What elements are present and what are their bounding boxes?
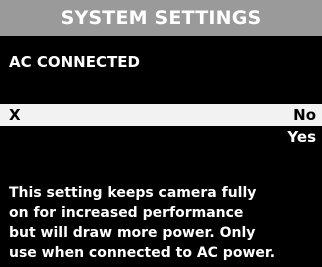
page-title: SYSTEM SETTINGS [60,7,262,29]
option-label-no: No [293,106,316,124]
settings-title-bar: SYSTEM SETTINGS [0,0,322,36]
description-line: on for increased performance [9,205,244,221]
option-yes[interactable]: Yes [0,126,322,148]
selected-marker: X [9,106,21,124]
option-label-yes: Yes [287,128,316,146]
description-line: use when connected to AC power. [9,245,276,261]
setting-name: AC CONNECTED [9,53,140,71]
setting-description: This setting keeps camera fully on for i… [9,183,317,263]
description-line: This setting keeps camera fully [9,185,257,201]
description-line: but will draw more power. Only [9,225,256,241]
option-no[interactable]: X No [0,104,322,126]
